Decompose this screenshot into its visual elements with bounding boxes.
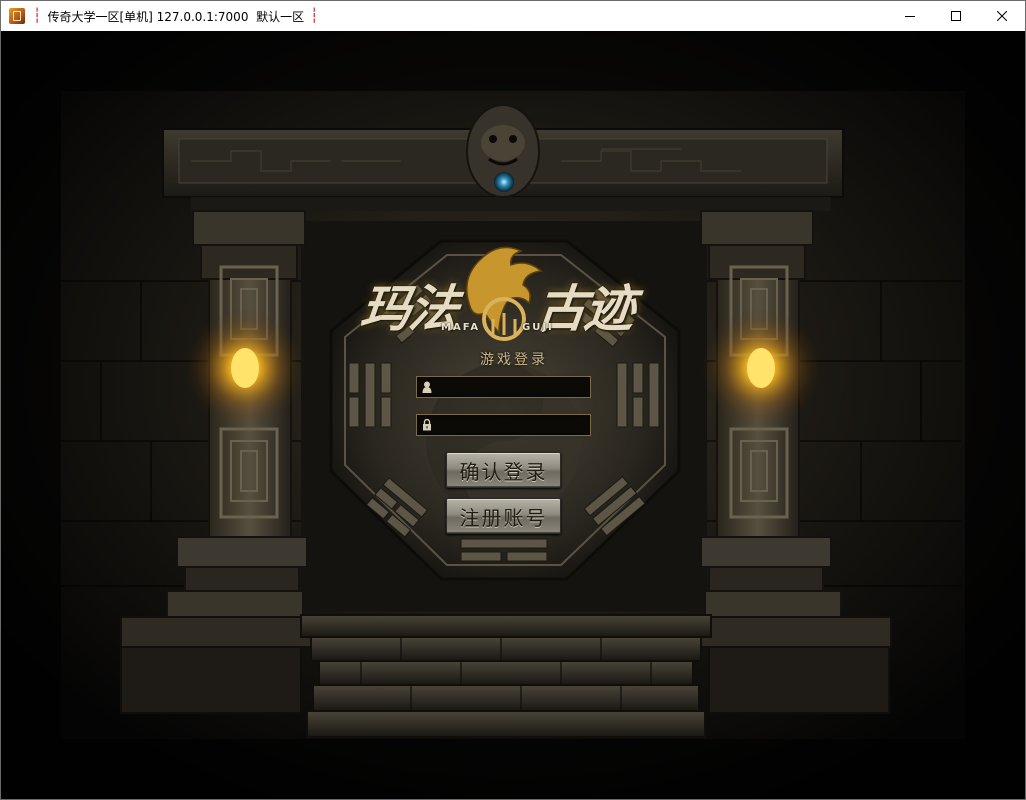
close-button[interactable] [979,1,1025,31]
password-input[interactable] [432,416,590,434]
login-scene: 玛法 古迹 MAFA GUJI 游戏登录 确认登录 注册账号 [1,31,1025,799]
maximize-icon [951,11,961,21]
confirm-login-button[interactable]: 确认登录 [446,452,561,488]
login-title: 游戏登录 [480,352,548,368]
lock-icon [421,417,432,433]
username-input[interactable] [432,378,590,396]
window-controls [887,1,1025,31]
title-bar: ┆ 传奇大学一区[单机] 127.0.0.1:7000 默认一区 ┆ [1,1,1025,31]
user-icon [421,379,432,395]
title-separator-right: ┆ [310,8,319,24]
maximize-button[interactable] [933,1,979,31]
password-field[interactable] [416,414,591,436]
minimize-icon [905,16,915,17]
close-icon [997,11,1007,21]
register-account-button[interactable]: 注册账号 [446,498,561,534]
game-window: ┆ 传奇大学一区[单机] 127.0.0.1:7000 默认一区 ┆ 玛法 古迹… [0,0,1026,800]
logo-subtitle-left: MAFA [441,322,481,333]
logo-subtitle-right: GUJI [522,322,554,333]
window-title: 传奇大学一区[单机] 127.0.0.1:7000 默认一区 [47,9,305,24]
username-field[interactable] [416,376,591,398]
app-icon [9,8,25,24]
title-separator-left: ┆ [33,8,42,24]
minimize-button[interactable] [887,1,933,31]
